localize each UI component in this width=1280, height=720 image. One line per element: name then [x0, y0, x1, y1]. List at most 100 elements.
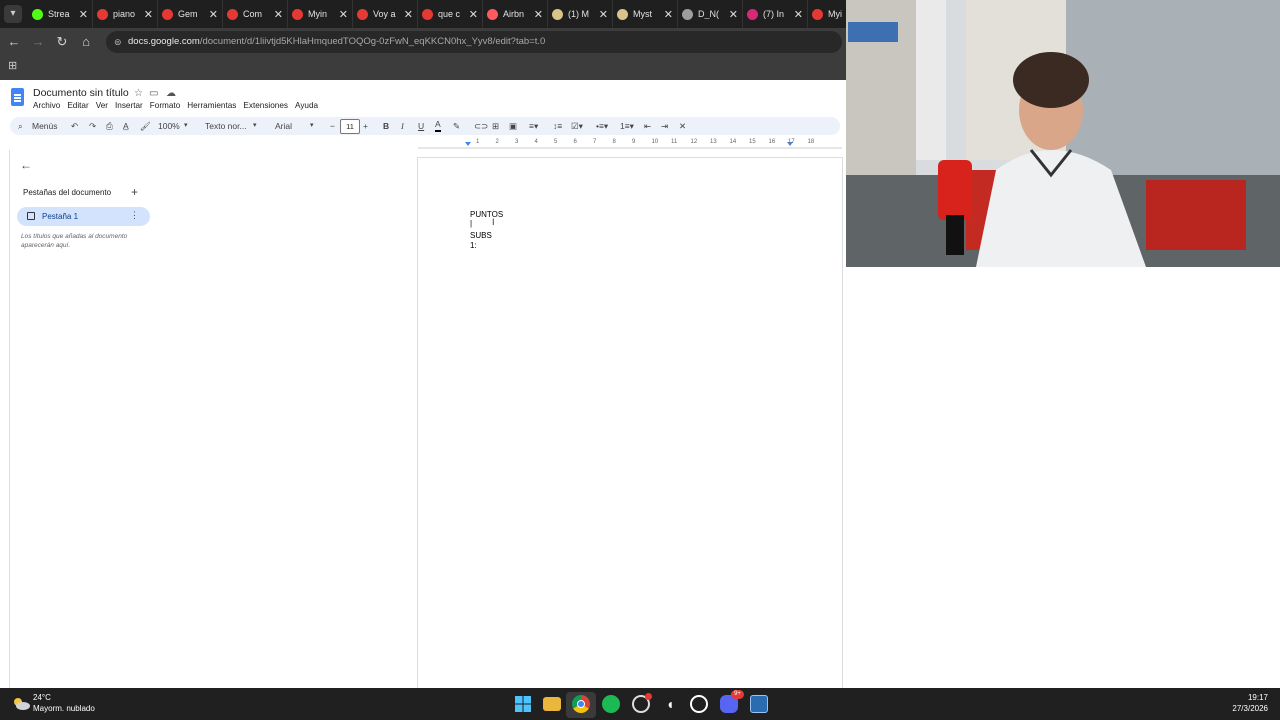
clock-time[interactable]: 19:17: [1240, 693, 1268, 702]
tab-search-icon[interactable]: ▾: [4, 5, 22, 23]
browser-tab[interactable]: piano ✕: [93, 0, 158, 28]
clock-date[interactable]: 27/3/2026: [1220, 704, 1268, 713]
document-title[interactable]: Documento sin título: [33, 87, 129, 99]
star-icon[interactable]: ☆: [134, 88, 143, 99]
search-icon[interactable]: ⌕: [18, 117, 23, 135]
menu-item[interactable]: Editar: [67, 101, 88, 110]
more-options-icon[interactable]: ⋮: [130, 210, 139, 221]
document-line[interactable]: 1:: [470, 241, 477, 250]
calculator-icon[interactable]: [750, 695, 768, 713]
back-icon[interactable]: ←: [5, 33, 23, 51]
steam-icon[interactable]: [690, 695, 708, 713]
link-icon[interactable]: ⊂⊃: [474, 117, 488, 135]
browser-tab[interactable]: D_N(✕: [678, 0, 743, 28]
reload-icon[interactable]: ↻: [53, 33, 71, 51]
decrease-indent-icon[interactable]: ⇤: [644, 117, 651, 135]
undo-icon[interactable]: ↶: [71, 117, 78, 135]
browser-tab[interactable]: Voy a ✕: [353, 0, 418, 28]
decrease-font-icon[interactable]: −: [330, 117, 335, 135]
browser-tab[interactable]: que c ✕: [418, 0, 483, 28]
add-tab-icon[interactable]: +: [131, 185, 138, 199]
menu-item[interactable]: Herramientas: [187, 101, 236, 110]
highlight-icon[interactable]: ✎: [453, 117, 460, 135]
vertical-ruler[interactable]: [0, 150, 10, 688]
tab-close-icon[interactable]: ✕: [534, 8, 543, 21]
weather-description[interactable]: Mayorm. nublado: [33, 704, 95, 713]
cloud-status-icon[interactable]: ☁: [166, 88, 176, 99]
tab-close-icon[interactable]: ✕: [469, 8, 478, 21]
document-tab-item[interactable]: Pestaña 1 ⋮: [17, 207, 150, 226]
tab-close-icon[interactable]: ✕: [274, 8, 283, 21]
tab-close-icon[interactable]: ✕: [144, 8, 153, 21]
spellcheck-icon[interactable]: A̲: [123, 117, 129, 135]
paint-format-icon[interactable]: 🖌: [140, 117, 151, 135]
style-select[interactable]: Texto nor...: [205, 117, 247, 135]
increase-font-icon[interactable]: +: [363, 117, 368, 135]
menu-item[interactable]: Archivo: [33, 101, 60, 110]
bullet-list-icon[interactable]: •≡▾: [596, 117, 608, 135]
menu-item[interactable]: Formato: [150, 101, 180, 110]
italic-icon[interactable]: I: [401, 117, 404, 135]
zoom-select[interactable]: 100%: [158, 117, 180, 135]
page-scrollbar[interactable]: [1272, 0, 1280, 688]
browser-tab[interactable]: (1) M ✕: [548, 0, 613, 28]
back-arrow-icon[interactable]: ←: [20, 158, 32, 172]
home-icon[interactable]: ⌂: [77, 33, 95, 51]
browser-tab[interactable]: Strea ✕: [28, 0, 93, 28]
bold-icon[interactable]: B: [383, 117, 389, 135]
font-size-input[interactable]: 11: [340, 119, 360, 134]
browser-tab[interactable]: Com ✕: [223, 0, 288, 28]
chrome-icon[interactable]: [572, 695, 590, 713]
comment-icon[interactable]: ⊞: [492, 117, 499, 135]
clear-formatting-icon[interactable]: ✕: [679, 117, 686, 135]
document-line[interactable]: SUBS: [470, 231, 492, 240]
file-explorer-icon[interactable]: [543, 697, 561, 711]
tab-close-icon[interactable]: ✕: [339, 8, 348, 21]
align-icon[interactable]: ≡▾: [529, 117, 538, 135]
text-color-icon[interactable]: A: [435, 118, 441, 132]
menu-item[interactable]: Insertar: [115, 101, 143, 110]
browser-tab[interactable]: Myin ✕: [288, 0, 353, 28]
increase-indent-icon[interactable]: ⇥: [661, 117, 668, 135]
tab-close-icon[interactable]: ✕: [599, 8, 608, 21]
document-line[interactable]: PUNTOS: [470, 210, 503, 219]
forward-icon[interactable]: →: [29, 33, 47, 51]
browser-tab[interactable]: (7) In ✕: [743, 0, 808, 28]
tab-close-icon[interactable]: ✕: [209, 8, 218, 21]
tab-close-icon[interactable]: ✕: [79, 8, 88, 21]
weather-cloud-icon[interactable]: [12, 696, 30, 710]
site-info-icon[interactable]: ⊜: [114, 31, 122, 53]
obs-icon[interactable]: [632, 693, 652, 713]
menu-item[interactable]: Extensiones: [243, 101, 288, 110]
address-bar[interactable]: ⊜ docs.google.com/document/d/1liivtjd5KH…: [106, 31, 842, 53]
capcut-icon[interactable]: ◖: [661, 695, 679, 713]
spotify-icon[interactable]: [602, 695, 620, 713]
checklist-icon[interactable]: ☑▾: [571, 117, 583, 135]
tab-close-icon[interactable]: ✕: [729, 8, 738, 21]
numbered-list-icon[interactable]: 1≡▾: [620, 117, 634, 135]
tab-close-icon[interactable]: ✕: [664, 8, 673, 21]
horizontal-ruler[interactable]: 1 2 3 4 5 6 7 8 9 10 11 12 13 14 15 16 17 18: [418, 139, 842, 149]
menu-item[interactable]: Ver: [96, 101, 108, 110]
browser-tab[interactable]: Myst ✕: [613, 0, 678, 28]
search-menus[interactable]: Menús: [32, 117, 58, 135]
font-select[interactable]: Arial: [275, 117, 292, 135]
apps-grid-icon[interactable]: ⊞: [8, 61, 18, 72]
menu-item[interactable]: Ayuda: [295, 101, 318, 110]
line-spacing-icon[interactable]: ↕≡: [553, 117, 562, 135]
ruler-label: 1: [476, 139, 480, 145]
discord-icon[interactable]: 9+: [720, 690, 744, 713]
image-icon[interactable]: ▣: [509, 117, 517, 135]
tab-close-icon[interactable]: ✕: [794, 8, 803, 21]
move-folder-icon[interactable]: ▭: [149, 88, 158, 99]
browser-tab[interactable]: Airbn ✕: [483, 0, 548, 28]
underline-icon[interactable]: U: [418, 117, 424, 135]
tab-close-icon[interactable]: ✕: [404, 8, 413, 21]
chevron-down-icon: ▾: [253, 122, 257, 129]
print-icon[interactable]: ⎙: [106, 117, 113, 135]
docs-logo-icon[interactable]: [11, 88, 24, 106]
weather-temperature[interactable]: 24°C: [33, 693, 51, 702]
windows-start-icon[interactable]: [514, 695, 532, 713]
browser-tab[interactable]: Gem ✕: [158, 0, 223, 28]
redo-icon[interactable]: ↷: [89, 117, 96, 135]
